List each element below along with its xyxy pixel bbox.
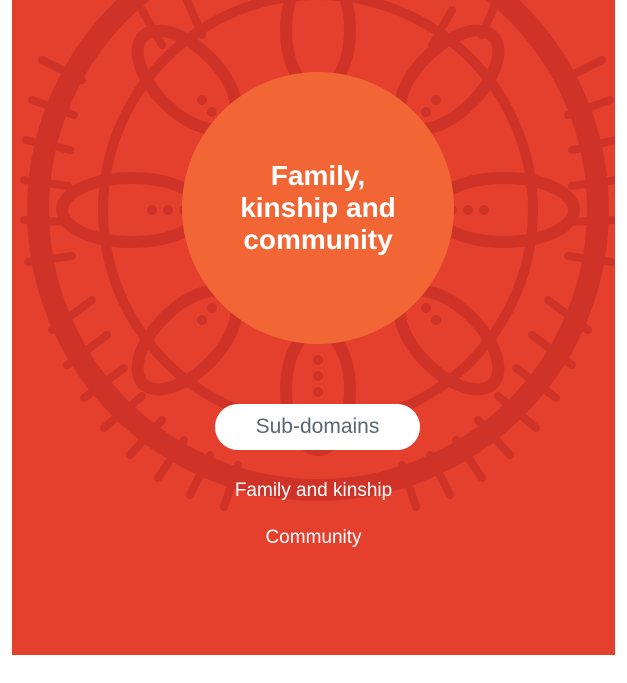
- subdomain-item: Family and kinship: [234, 480, 393, 501]
- subdomain-list: Family and kinship Community: [12, 480, 615, 574]
- subdomain-item: Community: [265, 527, 362, 548]
- domain-card: Family, kinship and community Sub-domain…: [12, 0, 615, 655]
- subdomains-label: Sub-domains: [215, 404, 420, 450]
- domain-circle: Family, kinship and community: [182, 72, 454, 344]
- domain-title: Family, kinship and community: [240, 160, 396, 255]
